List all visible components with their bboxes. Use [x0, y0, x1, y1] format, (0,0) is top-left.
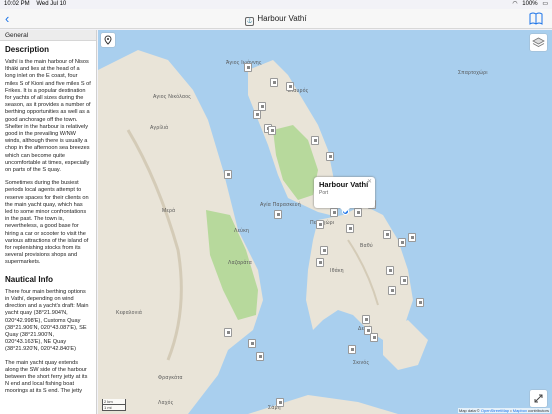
poi-marker[interactable]	[256, 352, 264, 361]
port-callout[interactable]: Harbour Vathí Port ✕	[314, 177, 375, 213]
poi-marker[interactable]	[370, 333, 378, 342]
poi-marker[interactable]	[386, 266, 394, 275]
map-place-label: Λαζαράτα	[228, 260, 252, 266]
poi-marker[interactable]	[398, 238, 406, 247]
map-place-label: Σκινός	[353, 360, 370, 366]
poi-marker[interactable]	[362, 315, 370, 324]
page-title-text: Harbour Vathí	[257, 14, 307, 23]
nautical-paragraph: The main yacht quay extends along the SW…	[5, 359, 88, 395]
map-place-label: Ιθάκη	[330, 268, 344, 274]
poi-marker[interactable]	[354, 208, 362, 217]
status-date: Wed Jul 10	[36, 1, 67, 7]
poi-marker[interactable]	[346, 224, 354, 233]
map-place-label: Βαθύ	[360, 243, 373, 249]
battery-text: 100%	[522, 1, 538, 7]
poi-marker[interactable]	[326, 152, 334, 161]
locate-button[interactable]	[101, 33, 115, 47]
expand-map-button[interactable]	[530, 390, 547, 407]
map-place-label: Σπαρτοχώρι	[458, 70, 488, 76]
port-icon: ⚓	[245, 17, 255, 26]
poi-marker[interactable]	[268, 126, 276, 135]
mapbox-link[interactable]: Mapbox	[513, 408, 527, 413]
battery-icon: ▭	[542, 1, 548, 7]
wifi-icon: ◠	[512, 1, 518, 7]
nautical-paragraph: There four main berthing options in Vath…	[5, 288, 89, 353]
poi-marker[interactable]	[316, 258, 324, 267]
tab-general[interactable]: General	[0, 30, 96, 41]
callout-title: Harbour Vathí	[319, 180, 369, 189]
poi-marker[interactable]	[274, 210, 282, 219]
attribution-prefix: Map data ©	[458, 408, 480, 413]
map-view[interactable]: Άγιος Ιωάννης Αγιος Νικόλαος Αγρίλιά Αγί…	[98, 30, 552, 414]
nautical-info-heading: Nautical Info	[5, 274, 54, 284]
description-paragraph: Vathí is the main harbour of Nisos Ithák…	[5, 59, 91, 174]
poi-marker[interactable]	[316, 220, 324, 229]
book-button[interactable]	[529, 12, 543, 25]
poi-marker[interactable]	[276, 398, 284, 407]
map-layers-button[interactable]	[530, 34, 547, 51]
map-place-label: Φραγκάτα	[158, 375, 183, 381]
attribution-suffix: contributors	[528, 408, 549, 413]
status-bar: 10:02 PM Wed Jul 10 ◠ 100% ▭	[0, 0, 552, 9]
poi-marker[interactable]	[253, 110, 261, 119]
status-time: 10:02 PM	[4, 1, 30, 7]
poi-marker[interactable]	[408, 233, 416, 242]
map-place-label: Λαχός	[158, 400, 174, 406]
poi-marker[interactable]	[320, 246, 328, 255]
poi-marker[interactable]	[400, 276, 408, 285]
expand-icon	[534, 394, 543, 403]
poi-marker[interactable]	[270, 78, 278, 87]
poi-marker[interactable]	[348, 345, 356, 354]
callout-subtitle: Port	[319, 190, 329, 196]
poi-marker[interactable]	[330, 208, 338, 217]
openstreetmap-link[interactable]: OpenStreetMap	[481, 408, 509, 413]
map-place-label: Αγρίλιά	[150, 125, 169, 131]
book-icon	[529, 12, 543, 25]
map-place-label: Αγία Παρασκευή	[260, 202, 301, 208]
map-place-label: Αγιος Νικόλαος	[153, 94, 191, 100]
poi-marker[interactable]	[311, 136, 319, 145]
map-attribution: Map data © OpenStreetMap • Mapbox contri…	[457, 408, 550, 413]
navigation-bar: ‹ ⚓ Harbour Vathí	[0, 9, 552, 29]
poi-marker[interactable]	[383, 230, 391, 239]
poi-marker[interactable]	[388, 286, 396, 295]
poi-marker[interactable]	[286, 82, 294, 91]
map-scale: 2 km 1 mi	[102, 399, 126, 412]
scale-mi: 1 mi	[102, 405, 126, 411]
description-heading: Description	[5, 45, 50, 54]
poi-marker[interactable]	[224, 170, 232, 179]
map-place-label: Λεύκη	[234, 228, 250, 234]
page-title: ⚓ Harbour Vathí	[0, 13, 552, 26]
location-pin-icon	[104, 35, 112, 45]
close-icon[interactable]: ✕	[367, 178, 372, 185]
poi-marker[interactable]	[244, 63, 252, 72]
layers-icon	[532, 37, 545, 47]
poi-marker[interactable]	[224, 328, 232, 337]
info-sidebar: General Description Vathí is the main ha…	[0, 30, 97, 414]
poi-marker[interactable]	[416, 298, 424, 307]
map-place-label: Μερά	[162, 208, 176, 214]
map-place-label: Κεφαλονιά	[116, 310, 143, 316]
description-paragraph: Sometimes during the busiest periods loc…	[5, 180, 89, 266]
poi-marker[interactable]	[248, 339, 256, 348]
